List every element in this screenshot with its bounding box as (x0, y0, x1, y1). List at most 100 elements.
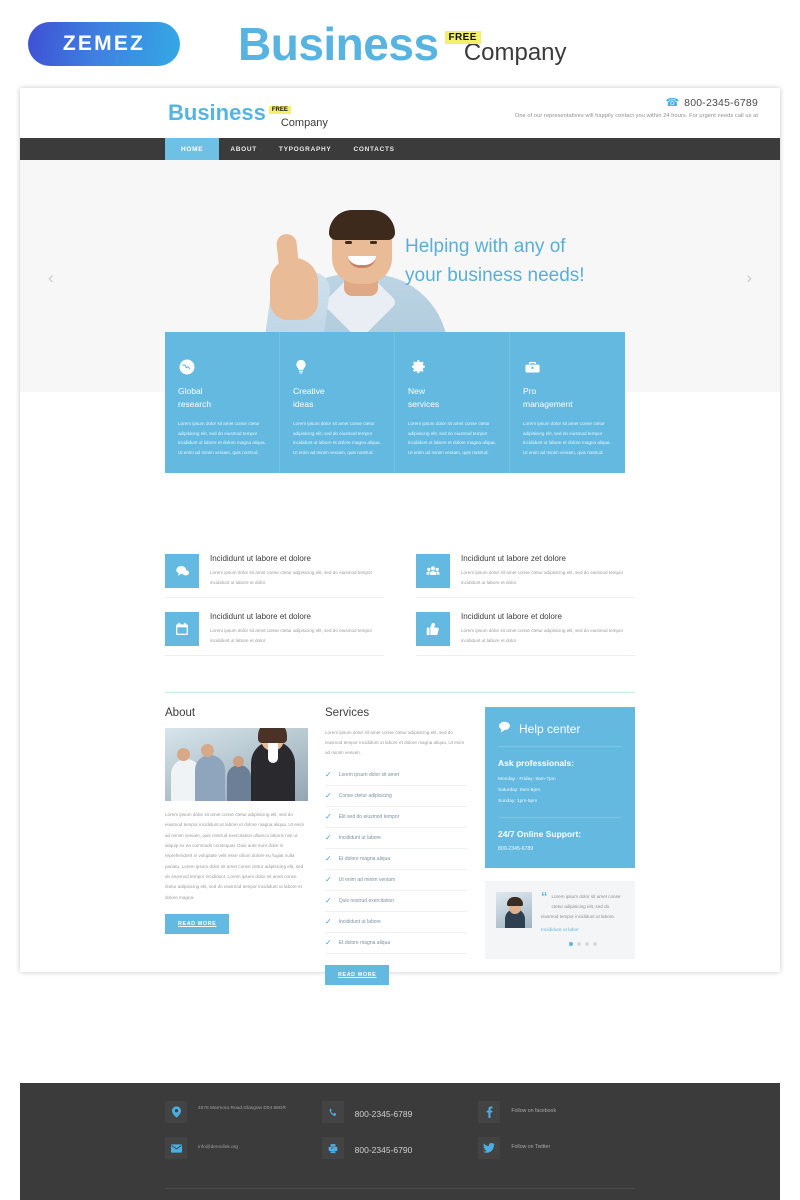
feature-row[interactable]: Incididunt ut labore et dolore Lorem ips… (165, 544, 384, 598)
header-phone-number: 800-2345-6789 (684, 96, 758, 109)
check-icon: ✓ (325, 917, 332, 927)
services-read-more-button[interactable]: READ MORE (325, 964, 390, 985)
website-preview: Business FREE Company ☎ 800-2345-6789 On… (20, 88, 780, 1200)
services-list-item[interactable]: ✓ Elit sed do eiusmod tempor (325, 807, 468, 828)
feature-card-text: Lorem ipsum dolor sit amet conse ctetur … (293, 421, 381, 455)
lightbulb-icon (293, 350, 381, 376)
schedule-line: Sunday: 1pm-5pm (498, 798, 538, 804)
services-list-item[interactable]: ✓ Incididunt ut labore (325, 912, 468, 933)
marketplace-topbar: ZEMEZ Business FREE Company (0, 0, 800, 88)
pager-dot[interactable] (584, 942, 589, 947)
footer-fax[interactable]: 800-2345-6790 (321, 1137, 479, 1159)
header-phone-line[interactable]: ☎ 800-2345-6789 (515, 96, 758, 110)
feature-card-new-services[interactable]: New services Lorem ipsum dolor sit amet c… (395, 332, 510, 473)
about-heading: About (165, 707, 196, 719)
feature-card-pro-management[interactable]: Pro management Lorem ipsum dolor sit amet… (510, 332, 625, 473)
services-list-item[interactable]: ✓ Quis nostrud exercitation (325, 891, 468, 912)
feature-row-title: Incididunt ut labore zet dolore (461, 554, 566, 563)
footer-phone[interactable]: 800-2345-6789 (321, 1101, 479, 1123)
check-icon: ✓ (325, 875, 332, 885)
feature-row[interactable]: Incididunt ut labore zet dolore Lorem ip… (416, 544, 635, 598)
help-center-subtitle: Ask professionals: (498, 758, 575, 768)
feature-card-text: Lorem ipsum dolor sit amet conse ctetur … (408, 421, 496, 455)
feature-row[interactable]: Incididunt ut labore et dolore Lorem ips… (416, 598, 635, 656)
help-center-box: Help center Ask professionals: Monday - … (485, 707, 635, 869)
nav-item-contacts[interactable]: CONTACTS (342, 138, 405, 160)
facebook-icon (478, 1101, 501, 1123)
services-list: ✓ Lorem ipsum dolor sit amet ✓ Conse ctetu… (325, 765, 468, 954)
free-badge: FREE (444, 31, 481, 44)
footer-address-text: 4578 Marmora Road,Glasgow D04 89GR (198, 1106, 286, 1111)
testimonial-pager (541, 942, 624, 947)
check-icon: ✓ (325, 896, 332, 906)
footer-email-text: info@demolink.org (198, 1145, 239, 1150)
template-title: Business FREE Company (238, 17, 567, 71)
services-list-item[interactable]: ✓ Et dolore magna aliqua (325, 849, 468, 870)
schedule-line: Monday - Friday: 9am-7pm (498, 777, 556, 782)
about-read-more-button[interactable]: READ MORE (165, 913, 230, 934)
services-list-item[interactable]: ✓ Lorem ipsum dolor sit amet (325, 765, 468, 786)
footer-email[interactable]: info@demolink.org (165, 1137, 322, 1159)
services-column: Services Lorem ipsum dolor sit amet cons… (325, 707, 468, 985)
phone-icon: ☎ (665, 97, 680, 109)
chat-bubble-icon (165, 554, 199, 588)
feature-rows: Incididunt ut labore et dolore Lorem ips… (165, 544, 635, 656)
slider-prev-arrow-icon[interactable]: ‹ (48, 268, 54, 288)
envelope-icon (165, 1137, 187, 1159)
testimonial-text: “Lorem ipsum dolor sit amet conse ctetur… (541, 889, 621, 919)
services-list-item[interactable]: ✓ Incididunt ut labore (325, 828, 468, 849)
pager-dot[interactable] (576, 942, 581, 947)
divider (498, 817, 622, 819)
about-column: About Lorem ipsum dolor sit amet conse c… (165, 707, 308, 985)
users-group-icon (416, 554, 450, 588)
about-photo (165, 728, 308, 801)
check-icon: ✓ (325, 770, 332, 780)
feature-cards: Global research Lorem ipsum dolor sit ame… (165, 332, 625, 473)
footer-fax-text: 800-2345-6790 (354, 1145, 413, 1155)
pager-dot[interactable] (568, 942, 573, 947)
nav-item-typography[interactable]: TYPOGRAPHY (268, 138, 343, 160)
testimonial-link[interactable]: Incididunt ut labor (541, 928, 624, 933)
schedule-line: Saturday: 9am-5pm (498, 787, 541, 793)
footer-contacts-column: 4578 Marmora Road,Glasgow D04 89GR info@… (165, 1101, 322, 1173)
help-center-support-phone: 800-2345-6789 (498, 846, 534, 853)
zemez-logo[interactable]: ZEMEZ (28, 22, 180, 66)
page-root: ZEMEZ Business FREE Company Business FRE… (0, 0, 800, 1200)
feature-card-global-research[interactable]: Global research Lorem ipsum dolor sit ame… (165, 332, 280, 473)
feature-card-title: Global research (178, 386, 212, 410)
services-list-item[interactable]: ✓ Conse ctetur adipisicing (325, 786, 468, 807)
footer-facebook[interactable]: Follow on facebook (478, 1101, 635, 1123)
gear-icon (408, 350, 496, 376)
footer-twitter-text: Follow on Twitter (511, 1144, 551, 1150)
fax-icon (321, 1137, 344, 1159)
calendar-icon (165, 612, 199, 646)
testimonial-photo (496, 892, 532, 929)
footer-twitter[interactable]: Follow on Twitter (478, 1137, 635, 1159)
footer-divider (165, 1188, 635, 1189)
services-list-item[interactable]: ✓ Et dolore magna aliqua (325, 933, 468, 954)
feature-card-title: Creative ideas (293, 386, 325, 410)
briefcase-icon (523, 350, 612, 376)
feature-row[interactable]: Incididunt ut labore et dolore Lorem ips… (165, 598, 384, 656)
feature-card-title: Pro management (523, 386, 573, 410)
footer-phone-text: 800-2345-6789 (354, 1109, 413, 1119)
nav-item-about[interactable]: ABOUT (219, 138, 268, 160)
site-logo[interactable]: Business FREE Company (168, 100, 328, 129)
help-center-support-title: 24/7 Online Support: (498, 829, 582, 840)
slider-next-arrow-icon[interactable]: › (746, 268, 752, 288)
check-icon: ✓ (325, 854, 332, 864)
footer-address[interactable]: 4578 Marmora Road,Glasgow D04 89GR (165, 1101, 322, 1123)
feature-row-title: Incididunt ut labore et dolore (461, 612, 562, 621)
help-center-schedule: Monday - Friday: 9am-7pm Saturday: 9am-5… (498, 775, 622, 807)
nav-item-home[interactable]: HOME (165, 138, 220, 160)
pager-dot[interactable] (592, 942, 597, 947)
phone-icon (321, 1101, 344, 1123)
twitter-icon (478, 1137, 501, 1159)
site-logo-small: Company (280, 117, 328, 129)
help-center-title: Help center (519, 721, 581, 736)
feature-card-creative-ideas[interactable]: Creative ideas Lorem ipsum dolor sit amet… (280, 332, 395, 473)
site-free-badge: FREE (268, 106, 291, 114)
services-list-item[interactable]: ✓ Ut enim ad minim veniam (325, 870, 468, 891)
feature-card-text: Lorem ipsum dolor sit amet conse ctetur … (523, 421, 611, 455)
feature-row-text: Lorem ipsum dolor sit amet conse ctetur … (461, 628, 624, 643)
